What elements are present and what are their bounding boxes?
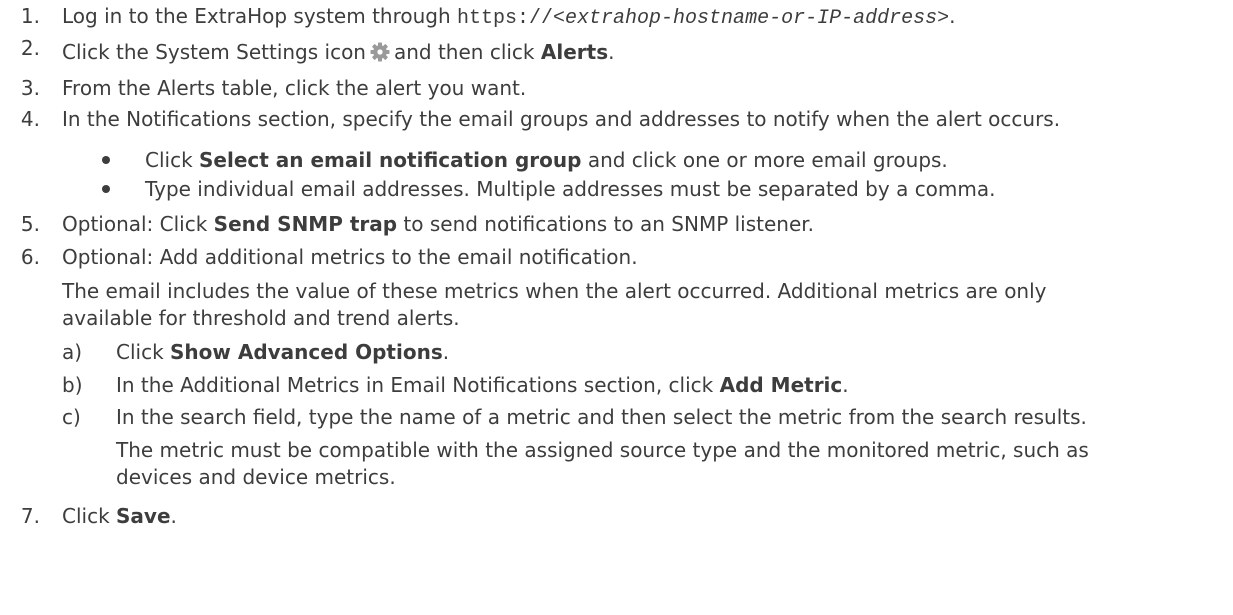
step-1-lead: Log in to the ExtraHop system through [62, 4, 458, 28]
step-5-tail: to send notifications to an SNMP listene… [397, 212, 815, 236]
step-6-info-line-1: The email includes the value of these me… [62, 279, 1047, 303]
substep-c-info-line-1: The metric must be compatible with the a… [116, 438, 1089, 462]
select-group-label: Select an email notification group [199, 148, 582, 172]
step-number: 1. [20, 4, 40, 28]
substep-b-lead: In the Additional Metrics in Email Notif… [116, 373, 720, 397]
save-label: Save [116, 504, 171, 528]
substep-label: c) [62, 405, 81, 429]
url-prefix: https:// [457, 7, 554, 30]
step-number: 4. [20, 107, 40, 131]
step-5-text: Optional: Click Send SNMP trap to send n… [62, 212, 814, 236]
bullet-1-text: Click Select an email notification group… [145, 148, 948, 172]
bullet-dot [102, 156, 110, 164]
url-variable: <extrahop-hostname-or-IP-address> [553, 7, 950, 30]
step-4-text: In the Notifications section, specify th… [62, 107, 1061, 131]
bullet-1-lead: Click [145, 148, 200, 172]
substep-label: b) [62, 373, 83, 397]
step-6-text: Optional: Add additional metrics to the … [62, 245, 638, 269]
step-6-info-line-2: available for threshold and trend alerts… [62, 306, 460, 330]
alerts-label: Alerts [540, 40, 609, 64]
procedure: 1. Log in to the ExtraHop system through… [0, 0, 1233, 615]
step-2-tail: . [608, 40, 615, 64]
step-5-lead: Optional: Click [62, 212, 214, 236]
step-1-tail: . [949, 4, 956, 28]
add-metric-label: Add Metric [719, 373, 843, 397]
step-number: 7. [20, 504, 40, 528]
bullet-1-tail: and click one or more email groups. [581, 148, 948, 172]
step-2-mid: and then click [393, 40, 541, 64]
step-number: 6. [20, 245, 40, 269]
substep-b-text: In the Additional Metrics in Email Notif… [116, 373, 849, 397]
step-2-text: Click the System Settings icon and then c… [62, 40, 614, 67]
bullet-dot [102, 185, 110, 193]
step-2-lead: Click the System Settings icon [62, 40, 366, 64]
step-3-text: From the Alerts table, click the alert y… [62, 76, 527, 100]
step-number: 3. [20, 76, 40, 100]
step-7-tail: . [170, 504, 177, 528]
step-number: 2. [20, 36, 40, 60]
gear-icon [370, 42, 390, 67]
substep-label: a) [62, 340, 83, 364]
substep-c-info-line-2: devices and device metrics. [116, 465, 396, 489]
substep-b-tail: . [842, 373, 849, 397]
bullet-2-text: Type individual email addresses. Multipl… [145, 177, 996, 201]
substep-a-tail: . [442, 340, 450, 364]
step-7-text: Click Save. [62, 504, 177, 528]
substep-a-lead: Click [116, 340, 171, 364]
step-7-lead: Click [62, 504, 117, 528]
snmp-trap-label: Send SNMP trap [213, 212, 398, 236]
step-1-text: Log in to the ExtraHop system through ht… [62, 4, 955, 31]
show-advanced-label: Show Advanced Options [170, 340, 443, 364]
substep-c-text: In the search field, type the name of a … [116, 405, 1087, 429]
step-number: 5. [20, 212, 40, 236]
substep-a-text: Click Show Advanced Options. [116, 340, 449, 364]
